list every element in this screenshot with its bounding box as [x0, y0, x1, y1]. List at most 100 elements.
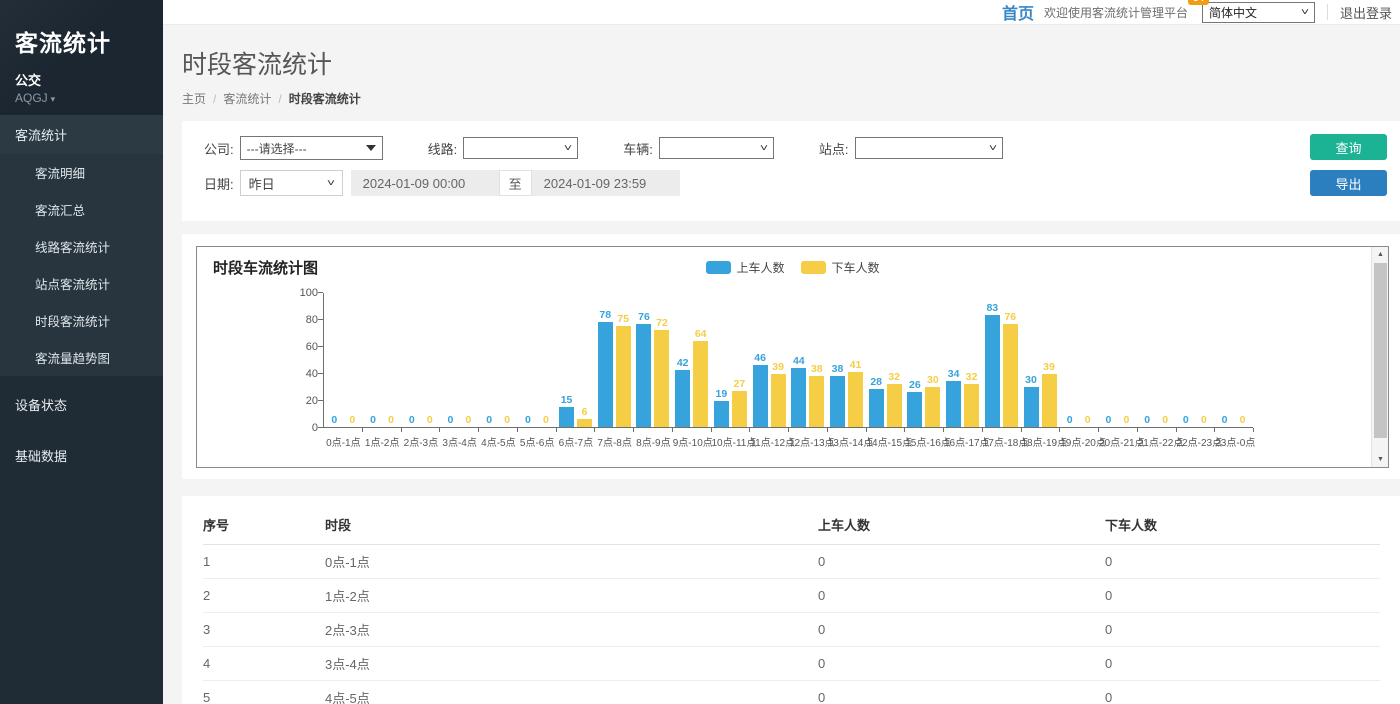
- logout-link[interactable]: 退出登录: [1340, 3, 1392, 22]
- bar-group: 00: [1059, 292, 1098, 427]
- scrollbar-thumb[interactable]: [1374, 263, 1387, 438]
- app-logo: 客流统计: [15, 24, 149, 58]
- bar-group: 00: [1137, 292, 1176, 427]
- home-link[interactable]: 首页: [1002, 0, 1034, 24]
- bar[interactable]: [791, 368, 806, 427]
- bar[interactable]: [887, 384, 902, 427]
- bar[interactable]: [964, 384, 979, 427]
- breadcrumb-separator: /: [278, 92, 281, 106]
- date-preset-select[interactable]: 昨日 ˅: [240, 170, 343, 196]
- chevron-down-icon: ˅: [327, 178, 335, 189]
- bar-column: 34: [946, 368, 961, 427]
- bar-value-label: 0: [466, 414, 472, 426]
- company-label: 公司:: [204, 139, 234, 158]
- scroll-down-icon[interactable]: ▼: [1372, 452, 1389, 467]
- x-axis-tick: [440, 428, 479, 432]
- date-from-input[interactable]: 2024-01-09 00:00: [351, 170, 499, 196]
- bar-value-label: 0: [1201, 414, 1207, 426]
- sidebar-subitem[interactable]: 时段客流统计: [0, 302, 163, 339]
- chevron-down-icon: ˅: [988, 143, 996, 154]
- breadcrumb-item[interactable]: 主页: [182, 92, 206, 106]
- bar-column: 30: [1024, 374, 1039, 428]
- bar[interactable]: [636, 324, 651, 427]
- table-row[interactable]: 32点-3点00: [203, 613, 1380, 647]
- bar-value-label: 0: [1105, 414, 1111, 426]
- bar-column: 26: [907, 379, 922, 427]
- chart-scrollbar[interactable]: ▲ ▼: [1371, 247, 1388, 467]
- table-row[interactable]: 43点-4点00: [203, 647, 1380, 681]
- bar[interactable]: [907, 392, 922, 427]
- line-select[interactable]: ˅: [463, 137, 578, 159]
- export-button[interactable]: 导出: [1310, 170, 1387, 196]
- sidebar-item[interactable]: 基础数据: [0, 433, 163, 478]
- bar-value-label: 6: [582, 406, 588, 418]
- notification-badge[interactable]: 34: [1188, 0, 1209, 5]
- bar-value-label: 39: [1043, 361, 1055, 373]
- sidebar-item[interactable]: 设备状态: [0, 382, 163, 427]
- bar[interactable]: [598, 322, 613, 427]
- bar-value-label: 0: [388, 414, 394, 426]
- bar-group: 00: [479, 292, 518, 427]
- table-row[interactable]: 10点-1点00: [203, 545, 1380, 579]
- bar[interactable]: [830, 376, 845, 427]
- query-button[interactable]: 查询: [1310, 134, 1387, 160]
- bar[interactable]: [1042, 374, 1057, 427]
- sidebar-subitem[interactable]: 客流量趋势图: [0, 339, 163, 376]
- bar-value-label: 0: [1085, 414, 1091, 426]
- station-select[interactable]: ˅: [855, 137, 1003, 159]
- date-to-input[interactable]: 2024-01-09 23:59: [532, 170, 680, 196]
- bar-value-label: 0: [486, 414, 492, 426]
- chevron-down-icon: ˅: [760, 143, 768, 154]
- bar[interactable]: [616, 326, 631, 427]
- bar[interactable]: [848, 372, 863, 427]
- language-select[interactable]: 简体中文 ˅: [1202, 2, 1315, 23]
- x-axis-tick: [1138, 428, 1177, 432]
- bar[interactable]: [753, 365, 768, 427]
- bar-column: 0: [520, 414, 535, 427]
- bar-column: 76: [1003, 311, 1018, 427]
- x-axis-label: 4点-5点: [479, 434, 518, 449]
- bar-value-label: 0: [448, 414, 454, 426]
- bar[interactable]: [809, 376, 824, 427]
- sidebar-subitem[interactable]: 站点客流统计: [0, 265, 163, 302]
- bar-group: 7875: [595, 292, 634, 427]
- main-area: 首页 欢迎使用客流统计管理平台 34 简体中文 ˅ 退出登录 时段客流统计 主页…: [163, 0, 1400, 704]
- bar[interactable]: [675, 370, 690, 427]
- vehicle-select[interactable]: ˅: [659, 137, 774, 159]
- legend-item[interactable]: 下车人数: [801, 259, 880, 276]
- bar[interactable]: [714, 401, 729, 427]
- bar[interactable]: [732, 391, 747, 427]
- bar-value-label: 26: [909, 379, 921, 391]
- legend-item[interactable]: 上车人数: [705, 259, 784, 276]
- sidebar-subitem[interactable]: 客流汇总: [0, 191, 163, 228]
- bar[interactable]: [577, 419, 592, 427]
- org-code-dropdown[interactable]: AQGJ▾: [15, 91, 149, 105]
- bar[interactable]: [946, 381, 961, 427]
- x-axis-label: 13点-14点: [828, 434, 867, 449]
- org-code-label: AQGJ: [15, 91, 48, 105]
- bar[interactable]: [1003, 324, 1018, 427]
- table-cell: 4点-5点: [325, 681, 818, 704]
- scroll-up-icon[interactable]: ▲: [1372, 247, 1389, 262]
- bar[interactable]: [985, 315, 1000, 427]
- x-axis-tick: [1060, 428, 1099, 432]
- bar[interactable]: [559, 407, 574, 427]
- breadcrumb-item[interactable]: 客流统计: [223, 92, 271, 106]
- bar[interactable]: [1024, 387, 1039, 428]
- bar[interactable]: [693, 341, 708, 427]
- bar[interactable]: [869, 389, 884, 427]
- bar[interactable]: [771, 374, 786, 427]
- language-value: 简体中文: [1209, 4, 1257, 21]
- y-axis-tick: [318, 373, 323, 374]
- company-select[interactable]: ---请选择---: [240, 136, 383, 160]
- x-axis-label: 9点-10点: [673, 434, 712, 449]
- bar[interactable]: [654, 330, 669, 427]
- table-row[interactable]: 21点-2点00: [203, 579, 1380, 613]
- bar[interactable]: [925, 387, 940, 428]
- table-row[interactable]: 54点-5点00: [203, 681, 1380, 704]
- sidebar-subitem[interactable]: 客流明细: [0, 154, 163, 191]
- legend-label: 上车人数: [736, 259, 784, 276]
- x-axis-label: 2点-3点: [402, 434, 441, 449]
- sidebar-subitem[interactable]: 线路客流统计: [0, 228, 163, 265]
- sidebar-item-passenger-stats[interactable]: 客流统计: [0, 115, 163, 154]
